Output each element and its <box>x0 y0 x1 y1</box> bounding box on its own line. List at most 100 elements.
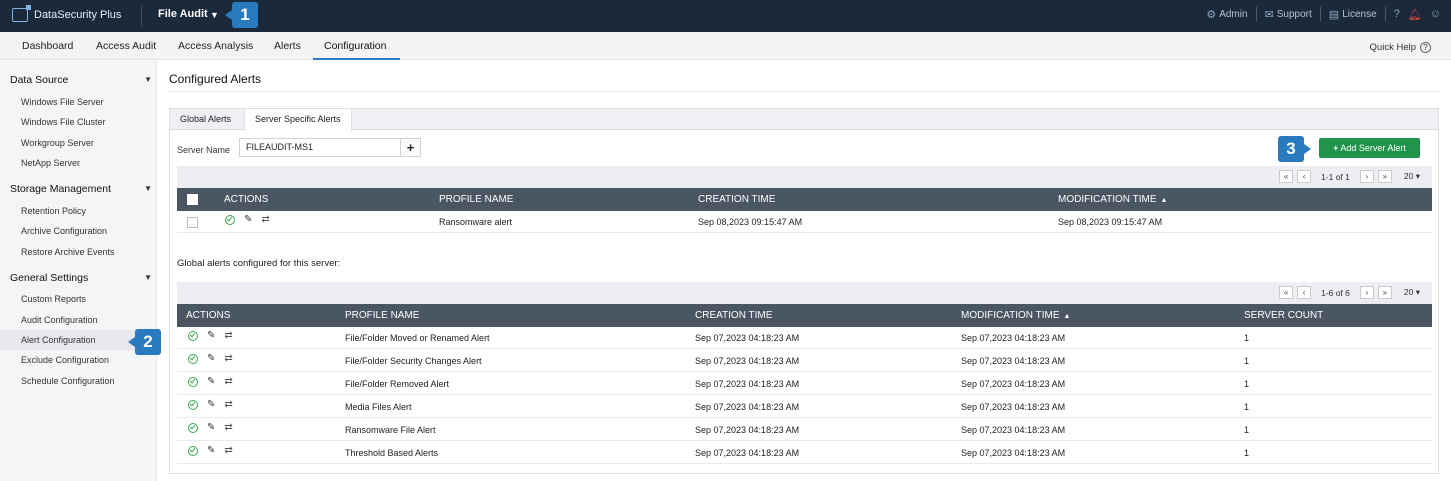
sidebar-item-exclude-configuration[interactable]: Exclude Configuration <box>21 355 109 365</box>
enabled-check-icon[interactable] <box>225 215 235 225</box>
edit-pencil-icon[interactable]: ✎ <box>207 331 215 341</box>
swap-arrows-icon[interactable]: ⇄ <box>224 377 232 387</box>
select-all-checkbox[interactable] <box>187 194 198 205</box>
tab-access-audit[interactable]: Access Audit <box>96 40 156 52</box>
profile-name: Media Files Alert <box>345 402 412 412</box>
sidebar-item-archive-configuration[interactable]: Archive Configuration <box>21 226 107 236</box>
row-actions: ✎ ⇄ <box>188 354 233 364</box>
swap-arrows-icon[interactable]: ⇄ <box>224 331 232 341</box>
tab-server-specific-alerts[interactable]: Server Specific Alerts <box>244 109 352 131</box>
server-count[interactable]: 1 <box>1244 356 1249 366</box>
edit-pencil-icon[interactable]: ✎ <box>207 423 215 433</box>
edit-pencil-icon[interactable]: ✎ <box>207 400 215 410</box>
col-creation-time[interactable]: CREATION TIME <box>698 194 775 205</box>
global-alerts-caption: Global alerts configured for this server… <box>177 258 341 269</box>
sidebar-item-schedule-configuration[interactable]: Schedule Configuration <box>21 376 115 386</box>
sidebar-section-data-source[interactable]: Data Source ▼ <box>10 74 152 86</box>
edit-pencil-icon[interactable]: ✎ <box>207 377 215 387</box>
sidebar-item-alert-configuration[interactable]: Alert Configuration <box>21 335 96 345</box>
first-page-icon[interactable]: « <box>1279 286 1294 299</box>
license-link[interactable]: ▤ License <box>1329 8 1377 21</box>
help-icon[interactable]: ? <box>1394 8 1400 20</box>
sidebar-item-custom-reports[interactable]: Custom Reports <box>21 294 86 304</box>
profile-name: File/Folder Security Changes Alert <box>345 356 482 366</box>
server-count[interactable]: 1 <box>1244 379 1249 389</box>
swap-arrows-icon[interactable]: ⇄ <box>224 446 232 456</box>
sidebar-section-storage-management[interactable]: Storage Management ▼ <box>10 183 152 195</box>
next-page-icon[interactable]: › <box>1359 286 1374 299</box>
edit-pencil-icon[interactable]: ✎ <box>207 354 215 364</box>
enabled-check-icon[interactable] <box>188 423 198 433</box>
tab-dashboard[interactable]: Dashboard <box>22 40 73 52</box>
product-switcher[interactable]: File Audit <box>158 8 208 20</box>
swap-arrows-icon[interactable]: ⇄ <box>224 400 232 410</box>
page-size-select[interactable]: 20 ▾ <box>1404 171 1420 182</box>
first-page-icon[interactable]: « <box>1279 170 1294 183</box>
page-range: 1-1 of 1 <box>1321 171 1350 182</box>
col-modification-time[interactable]: MODIFICATION TIME ▲ <box>961 310 1070 321</box>
row-checkbox[interactable] <box>187 217 198 228</box>
last-page-icon[interactable]: » <box>1377 286 1392 299</box>
notification-bell-icon[interactable]: 🔔︎ <box>1408 8 1422 21</box>
alerts-tabstrip: Global Alerts Server Specific Alerts <box>170 109 1438 131</box>
enabled-check-icon[interactable] <box>188 400 198 410</box>
page-size-value: 20 <box>1403 171 1414 181</box>
quick-help-link[interactable]: Quick Help ? <box>1370 42 1431 53</box>
pager: « ‹ 1-1 of 1 › » 20 ▾ <box>1279 170 1420 183</box>
col-creation-time[interactable]: CREATION TIME <box>695 310 772 321</box>
sidebar-item-workgroup-server[interactable]: Workgroup Server <box>21 138 94 148</box>
prev-page-icon[interactable]: ‹ <box>1297 286 1312 299</box>
swap-arrows-icon[interactable]: ⇄ <box>224 423 232 433</box>
col-server-count[interactable]: SERVER COUNT <box>1244 310 1323 321</box>
enabled-check-icon[interactable] <box>188 377 198 387</box>
modification-time: Sep 07,2023 04:18:23 AM <box>961 333 1066 343</box>
col-profile-name[interactable]: PROFILE NAME <box>439 194 513 205</box>
support-icon: ✉ <box>1264 8 1274 21</box>
user-profile-icon[interactable]: ☺ <box>1430 8 1441 20</box>
last-page-icon[interactable]: » <box>1377 170 1392 183</box>
sidebar-item-restore-archive-events[interactable]: Restore Archive Events <box>21 247 115 257</box>
admin-link[interactable]: ⚙ Admin <box>1206 8 1247 21</box>
table-row: ✎ ⇄ Ransomware alert Sep 08,2023 09:15:4… <box>177 211 1432 233</box>
add-server-alert-button[interactable]: + Add Server Alert <box>1319 138 1420 158</box>
server-count[interactable]: 1 <box>1244 448 1249 458</box>
tab-global-alerts[interactable]: Global Alerts <box>170 109 241 130</box>
support-link[interactable]: ✉ Support <box>1265 8 1312 21</box>
pagination-bar: « ‹ 1-6 of 6 › » 20 ▾ <box>177 282 1432 304</box>
add-server-plus-button[interactable]: + <box>400 138 421 157</box>
col-actions: ACTIONS <box>224 194 269 205</box>
page-title: Configured Alerts <box>169 72 262 86</box>
creation-time: Sep 08,2023 09:15:47 AM <box>698 217 803 227</box>
col-modification-time[interactable]: MODIFICATION TIME ▲ <box>1058 194 1167 205</box>
caret-down-icon[interactable]: ▼ <box>210 10 219 20</box>
tab-configuration[interactable]: Configuration <box>324 40 386 52</box>
server-count[interactable]: 1 <box>1244 425 1249 435</box>
sidebar-item-windows-file-cluster[interactable]: Windows File Cluster <box>21 117 106 127</box>
app-logo[interactable]: DataSecurity Plus <box>12 5 121 22</box>
sidebar-item-retention-policy[interactable]: Retention Policy <box>21 206 86 216</box>
creation-time: Sep 07,2023 04:18:23 AM <box>695 379 800 389</box>
server-name-field[interactable]: FILEAUDIT-MS1 <box>239 138 401 157</box>
enabled-check-icon[interactable] <box>188 354 198 364</box>
page-size-select[interactable]: 20 ▾ <box>1404 287 1420 298</box>
tab-access-analysis[interactable]: Access Analysis <box>178 40 253 52</box>
divider <box>1255 7 1257 21</box>
tab-alerts[interactable]: Alerts <box>274 40 301 52</box>
swap-arrows-icon[interactable]: ⇄ <box>261 215 269 225</box>
enabled-check-icon[interactable] <box>188 446 198 456</box>
edit-pencil-icon[interactable]: ✎ <box>244 215 252 225</box>
prev-page-icon[interactable]: ‹ <box>1297 170 1312 183</box>
swap-arrows-icon[interactable]: ⇄ <box>224 354 232 364</box>
sidebar-item-audit-configuration[interactable]: Audit Configuration <box>21 315 98 325</box>
sidebar-item-windows-file-server[interactable]: Windows File Server <box>21 97 104 107</box>
server-count[interactable]: 1 <box>1244 333 1249 343</box>
enabled-check-icon[interactable] <box>188 331 198 341</box>
server-count[interactable]: 1 <box>1244 402 1249 412</box>
admin-label: Admin <box>1219 8 1248 20</box>
license-label: License <box>1342 8 1377 20</box>
next-page-icon[interactable]: › <box>1359 170 1374 183</box>
sidebar-section-general-settings[interactable]: General Settings ▼ <box>10 272 152 284</box>
sidebar-item-netapp-server[interactable]: NetApp Server <box>21 158 80 168</box>
edit-pencil-icon[interactable]: ✎ <box>207 446 215 456</box>
col-profile-name[interactable]: PROFILE NAME <box>345 310 419 321</box>
